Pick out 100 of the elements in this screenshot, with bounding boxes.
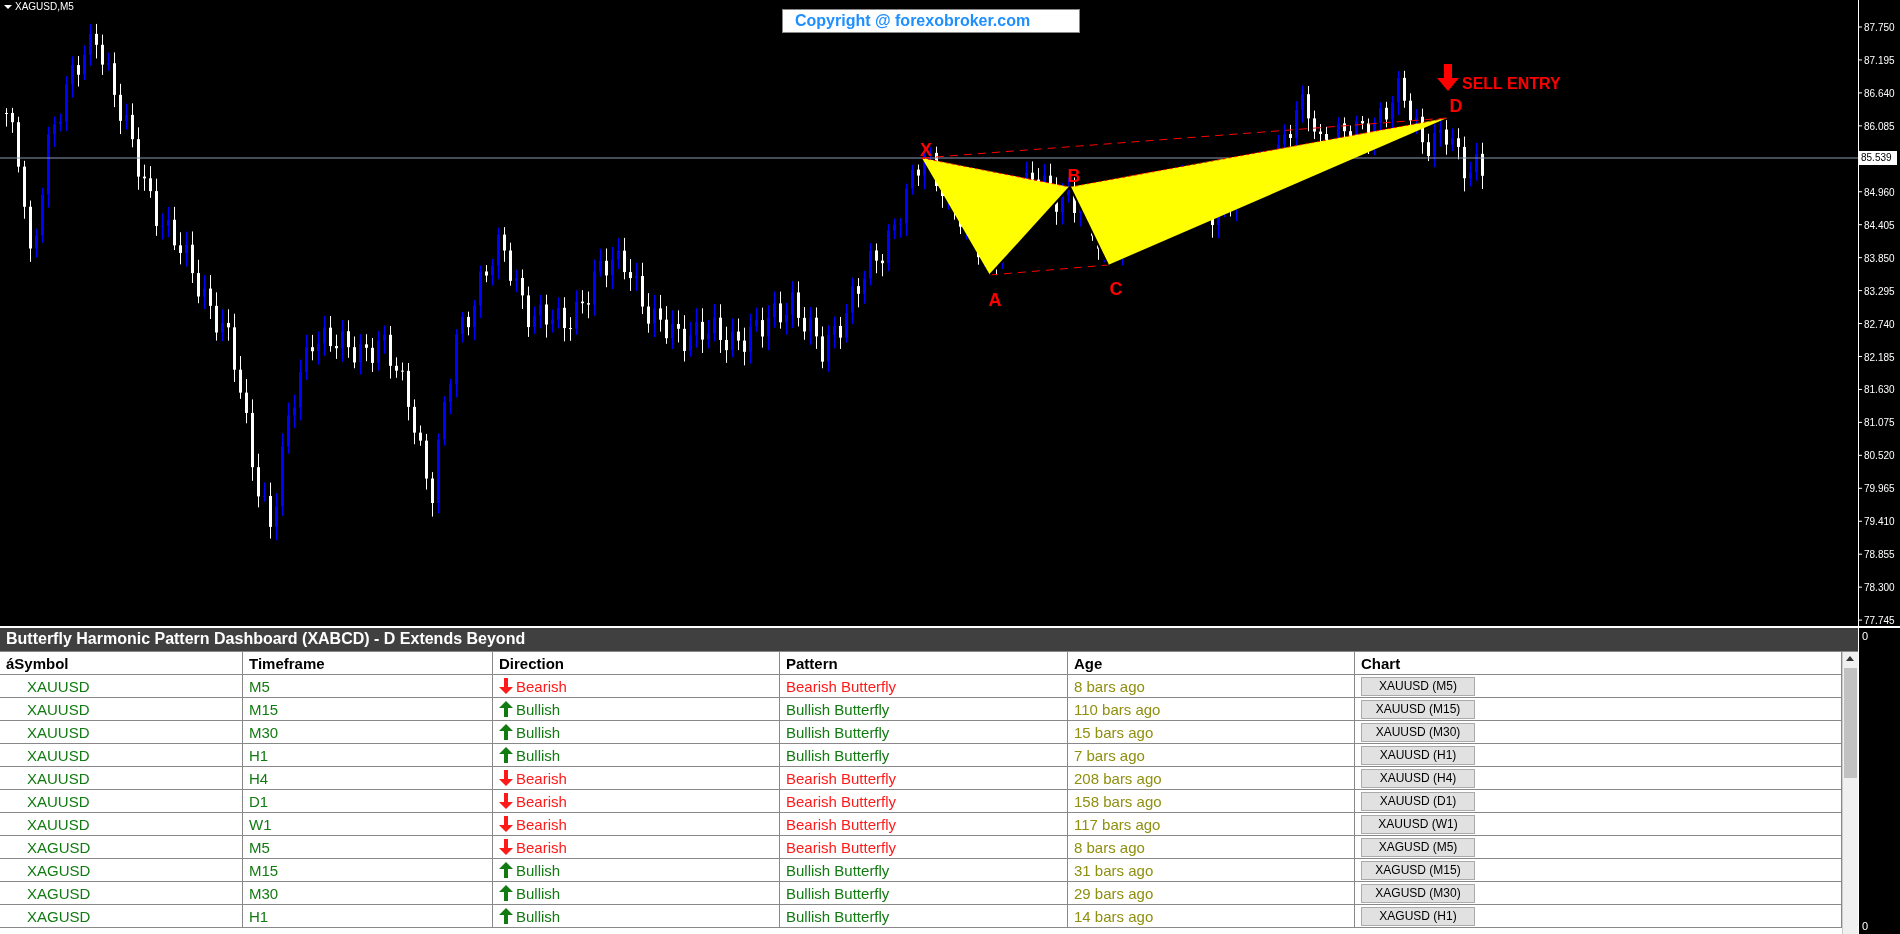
table-cell: Bullish Butterfly: [780, 905, 1068, 928]
table-cell: 14 bars ago: [1068, 905, 1355, 928]
arrow-up-icon: [499, 908, 513, 924]
arrow-up-icon: [499, 724, 513, 740]
arrow-up-icon: [499, 862, 513, 878]
open-chart-button[interactable]: XAGUSD (H1): [1361, 906, 1475, 926]
table-cell: XAUUSD: [0, 698, 243, 721]
table-cell: M15: [243, 859, 493, 882]
price-axis-label: 82.740: [1864, 318, 1895, 330]
open-chart-button[interactable]: XAGUSD (M30): [1361, 883, 1475, 903]
table-cell: Bearish: [516, 815, 567, 833]
price-axis-label: 86.085: [1864, 120, 1895, 132]
table-cell: H4: [243, 767, 493, 790]
price-axis-label: 83.850: [1864, 252, 1895, 264]
current-price-tag: 85.539: [1859, 151, 1897, 165]
table-cell: Bullish Butterfly: [780, 744, 1068, 767]
table-cell: XAGUSD: [0, 859, 243, 882]
price-axis-label: 83.295: [1864, 285, 1895, 297]
open-chart-button[interactable]: XAUUSD (H1): [1361, 745, 1475, 765]
table-cell: Bullish: [516, 884, 561, 902]
table-cell: XAGUSD: [0, 836, 243, 859]
table-cell: XAUUSD: [0, 744, 243, 767]
table-cell: Bullish: [516, 907, 561, 925]
table-cell: Bullish: [516, 746, 561, 764]
table-cell: 15 bars ago: [1068, 721, 1355, 744]
table-cell: XAGUSD: [0, 882, 243, 905]
arrow-down-icon: [499, 678, 513, 694]
pattern-point-label: A: [988, 290, 1002, 310]
price-axis-label: 79.965: [1864, 483, 1895, 495]
table-cell: 31 bars ago: [1068, 859, 1355, 882]
table-cell: Bearish Butterfly: [780, 767, 1068, 790]
signal-label: SELL ENTRY: [1462, 75, 1561, 92]
column-header: áSymbol: [0, 652, 243, 675]
table-cell: XAUUSD: [0, 813, 243, 836]
price-axis-label: 81.075: [1864, 417, 1895, 429]
arrow-down-icon: [1437, 64, 1459, 91]
price-axis-label: 87.750: [1864, 22, 1895, 33]
price-axis-label: 77.745: [1864, 615, 1895, 626]
table-cell: H1: [243, 744, 493, 767]
price-axis-label: 86.640: [1864, 87, 1895, 99]
dashboard-title: Butterfly Harmonic Pattern Dashboard (XABCD) - D Extends Beyond: [0, 628, 1858, 652]
table-cell: Bearish: [516, 792, 567, 810]
price-axis-label: 78.300: [1864, 582, 1895, 594]
table-cell: 7 bars ago: [1068, 744, 1355, 767]
table-cell: 110 bars ago: [1068, 698, 1355, 721]
table-cell: XAUUSD: [0, 767, 243, 790]
table-cell: M15: [243, 698, 493, 721]
open-chart-button[interactable]: XAUUSD (H4): [1361, 768, 1475, 788]
open-chart-button[interactable]: XAUUSD (D1): [1361, 791, 1475, 811]
price-axis-label: 84.960: [1864, 186, 1895, 198]
table-cell: XAUUSD: [0, 675, 243, 698]
table-cell: H1: [243, 905, 493, 928]
table-cell: 8 bars ago: [1068, 836, 1355, 859]
open-chart-button[interactable]: XAUUSD (M5): [1361, 676, 1475, 696]
pattern-point-label: C: [1109, 279, 1123, 299]
arrow-down-icon: [499, 793, 513, 809]
column-header: Age: [1068, 652, 1355, 675]
table-cell: XAUUSD: [0, 721, 243, 744]
copyright-banner: Copyright @ forexobroker.com: [782, 9, 1080, 33]
arrow-up-icon: [499, 747, 513, 763]
open-chart-button[interactable]: XAUUSD (W1): [1361, 814, 1475, 834]
pattern-point-label: X: [920, 140, 932, 160]
symbol-label: XAGUSD,M5: [15, 1, 74, 12]
table-cell: 158 bars ago: [1068, 790, 1355, 813]
price-axis-label: 81.630: [1864, 384, 1895, 396]
indicator-axis-label: 0: [1862, 630, 1869, 642]
table-cell: 29 bars ago: [1068, 882, 1355, 905]
arrow-down-icon: [499, 770, 513, 786]
table-cell: W1: [243, 813, 493, 836]
table-cell: Bullish Butterfly: [780, 698, 1068, 721]
price-axis-label: 80.520: [1864, 450, 1895, 462]
open-chart-button[interactable]: XAUUSD (M15): [1361, 699, 1475, 719]
table-cell: Bullish: [516, 723, 561, 741]
table-cell: Bearish Butterfly: [780, 790, 1068, 813]
table-cell: Bullish: [516, 700, 561, 718]
open-chart-button[interactable]: XAUUSD (M30): [1361, 722, 1475, 742]
table-cell: Bullish Butterfly: [780, 721, 1068, 744]
pattern-point-label: D: [1449, 96, 1463, 116]
arrow-down-icon: [499, 816, 513, 832]
dropdown-icon: [4, 5, 12, 9]
column-header: Timeframe: [243, 652, 493, 675]
price-axis-label: 87.195: [1864, 54, 1895, 66]
open-chart-button[interactable]: XAGUSD (M15): [1361, 860, 1475, 880]
scrollbar-thumb[interactable]: [1844, 668, 1857, 778]
column-header: Chart: [1355, 652, 1842, 675]
price-axis-label: 84.405: [1864, 219, 1895, 231]
table-cell: 8 bars ago: [1068, 675, 1355, 698]
column-header: Direction: [493, 652, 780, 675]
arrow-down-icon: [499, 839, 513, 855]
table-cell: Bearish Butterfly: [780, 836, 1068, 859]
table-cell: M5: [243, 836, 493, 859]
table-cell: M30: [243, 882, 493, 905]
table-cell: D1: [243, 790, 493, 813]
table-cell: XAGUSD: [0, 905, 243, 928]
price-axis-label: 78.855: [1864, 549, 1895, 561]
table-cell: Bearish Butterfly: [780, 675, 1068, 698]
open-chart-button[interactable]: XAGUSD (M5): [1361, 837, 1475, 857]
table-cell: Bearish: [516, 677, 567, 695]
table-cell: Bearish Butterfly: [780, 813, 1068, 836]
table-cell: Bullish Butterfly: [780, 882, 1068, 905]
